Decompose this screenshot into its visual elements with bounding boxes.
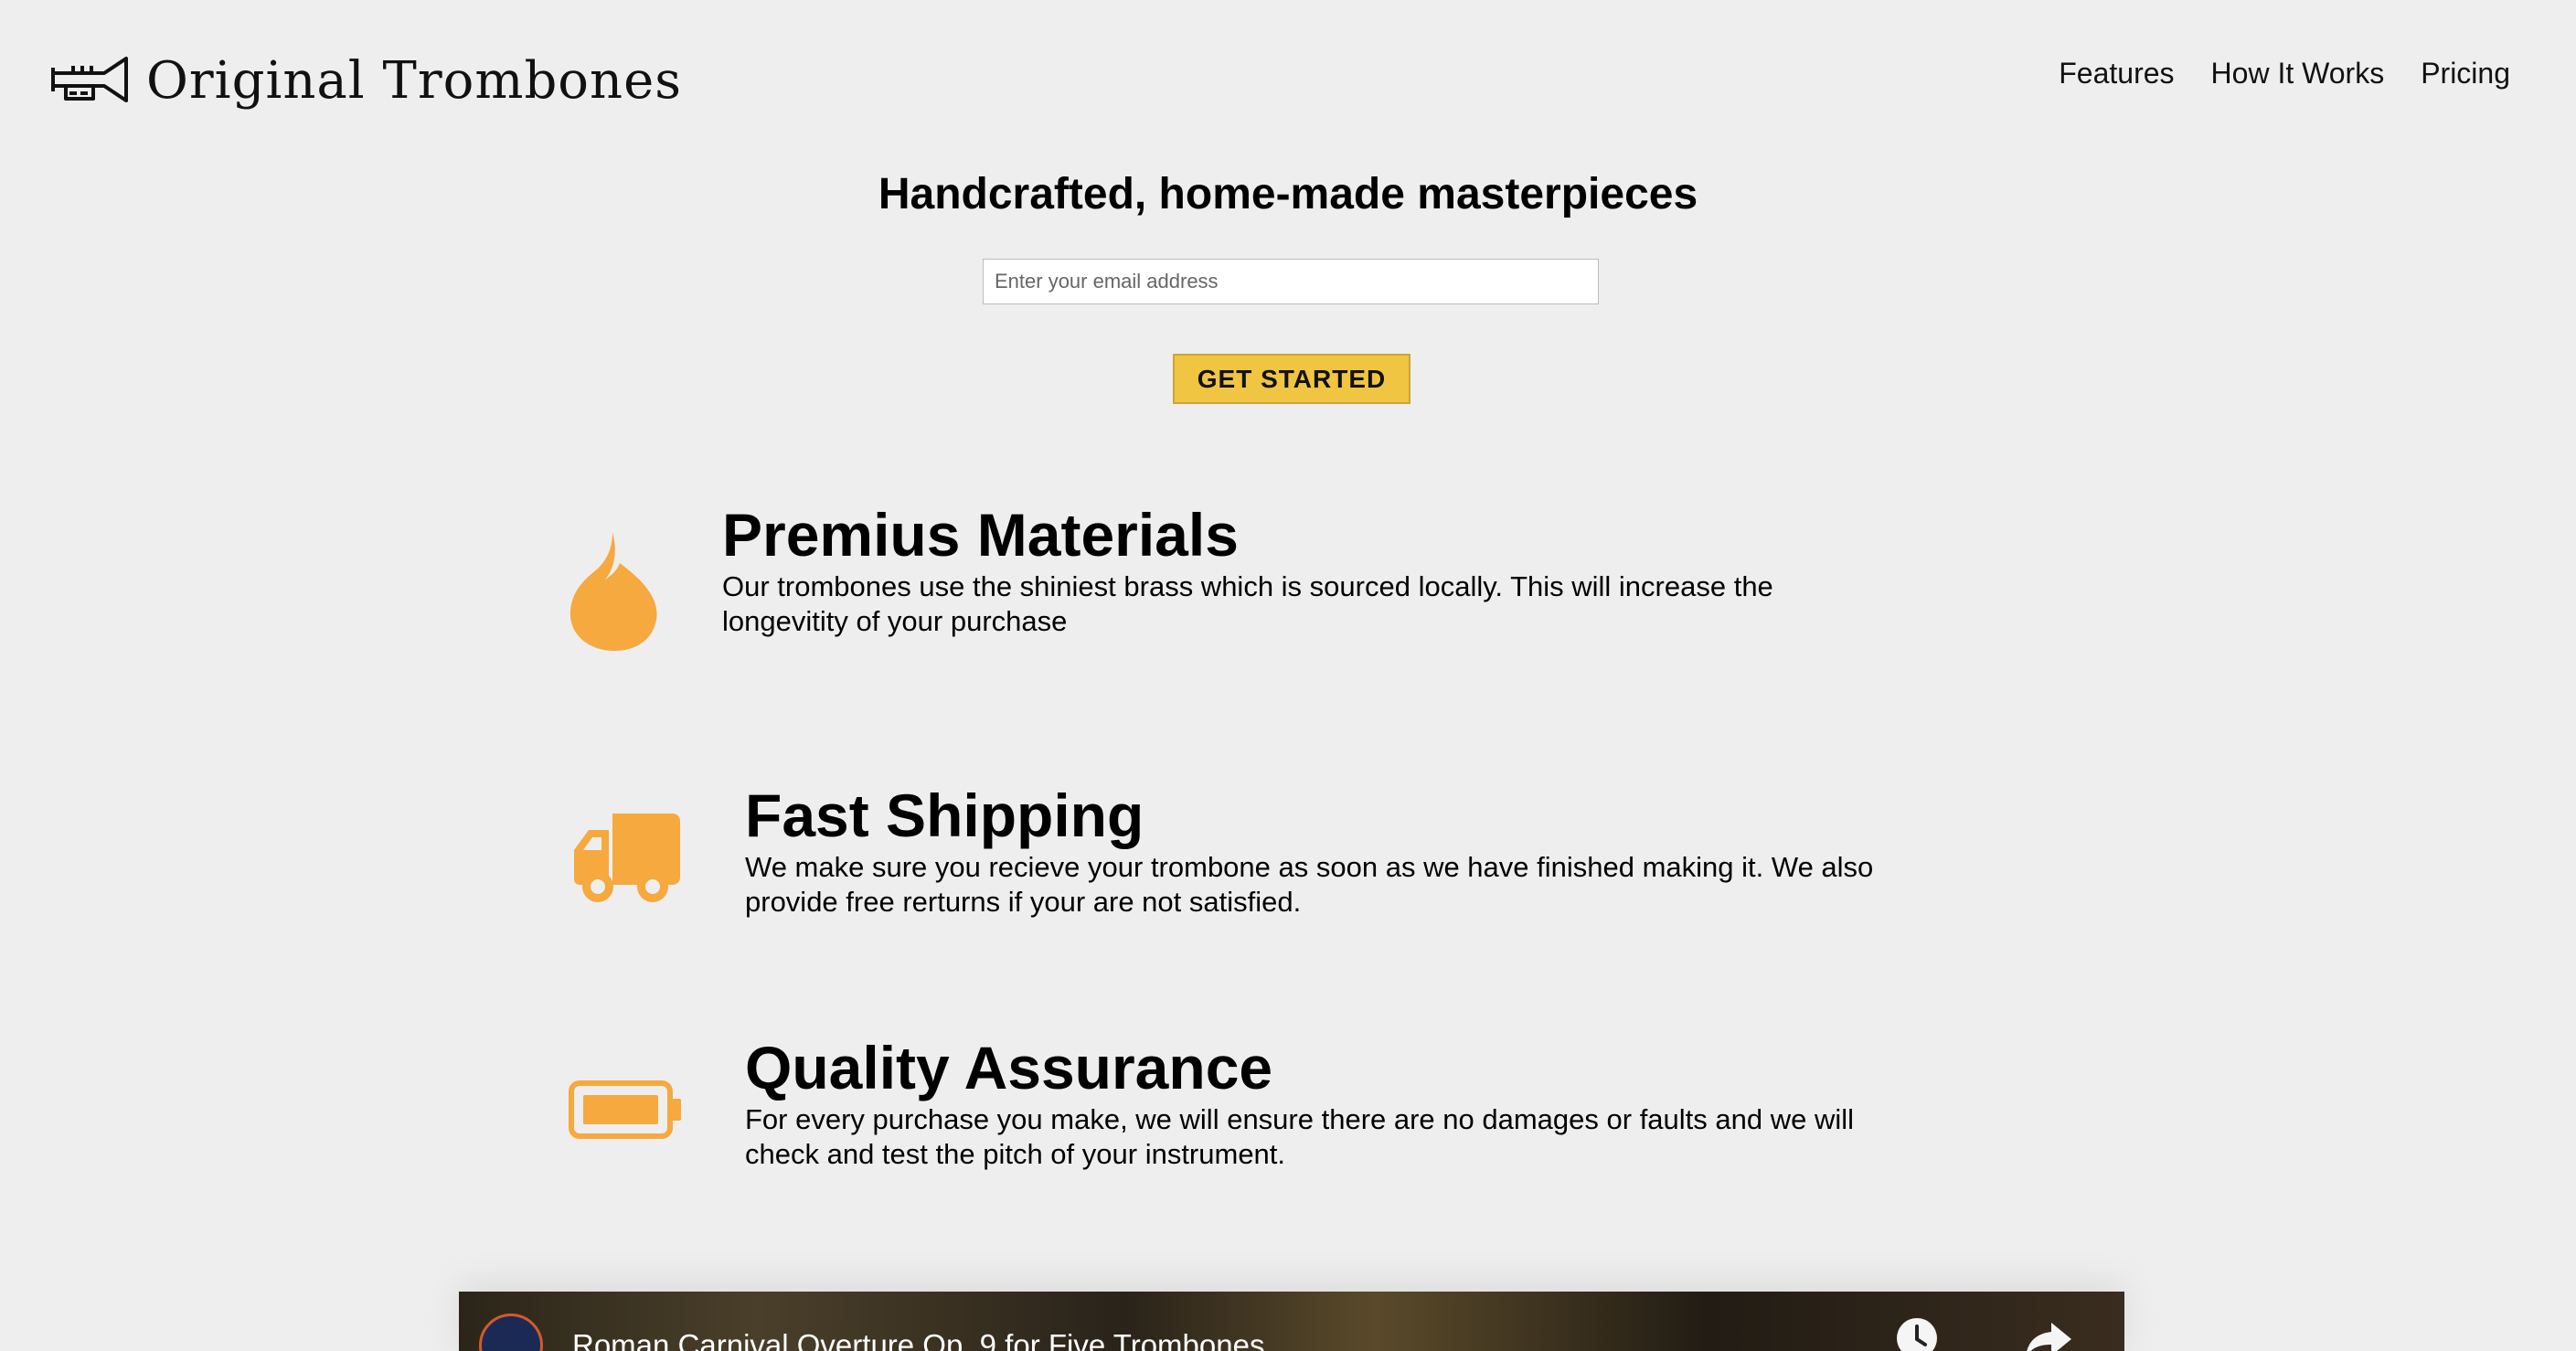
video-title[interactable]: Roman Carnival Overture Op. 9 for Five T…: [572, 1328, 1264, 1351]
nav-link-how-it-works[interactable]: How It Works: [2211, 57, 2385, 90]
brand-logo[interactable]: Original Trombones: [49, 44, 682, 117]
hero-title: Handcrafted, home-made masterpieces: [878, 170, 1698, 218]
brand-name: Original Trombones: [146, 50, 682, 111]
trumpet-icon: [51, 57, 128, 102]
flame-icon: [569, 532, 657, 651]
feature-description: Our trombones use the shiniest brass whi…: [722, 570, 1773, 637]
main-nav: Features How It Works Pricing: [2059, 57, 2510, 90]
nav-link-pricing[interactable]: Pricing: [2421, 57, 2510, 90]
channel-avatar[interactable]: [479, 1314, 543, 1351]
landing-page: Original Trombones Features How It Works…: [0, 0, 2576, 1351]
clock-icon[interactable]: [1892, 1314, 1942, 1351]
feature-title: Premius Materials: [722, 501, 1239, 569]
share-icon[interactable]: [2024, 1314, 2073, 1351]
email-input[interactable]: [983, 259, 1599, 304]
get-started-button[interactable]: GET STARTED: [1173, 354, 1410, 404]
feature-description: We make sure you recieve your trombone a…: [745, 851, 1874, 918]
site-header: Original Trombones Features How It Works…: [0, 0, 2576, 165]
video-embed[interactable]: Roman Carnival Overture Op. 9 for Five T…: [459, 1292, 2124, 1351]
truck-icon: [574, 814, 680, 902]
battery-icon: [569, 1080, 681, 1139]
feature-description: For every purchase you make, we will ens…: [745, 1103, 1855, 1170]
nav-link-features[interactable]: Features: [2059, 57, 2174, 90]
feature-title: Fast Shipping: [745, 782, 1144, 849]
feature-title: Quality Assurance: [745, 1034, 1273, 1101]
